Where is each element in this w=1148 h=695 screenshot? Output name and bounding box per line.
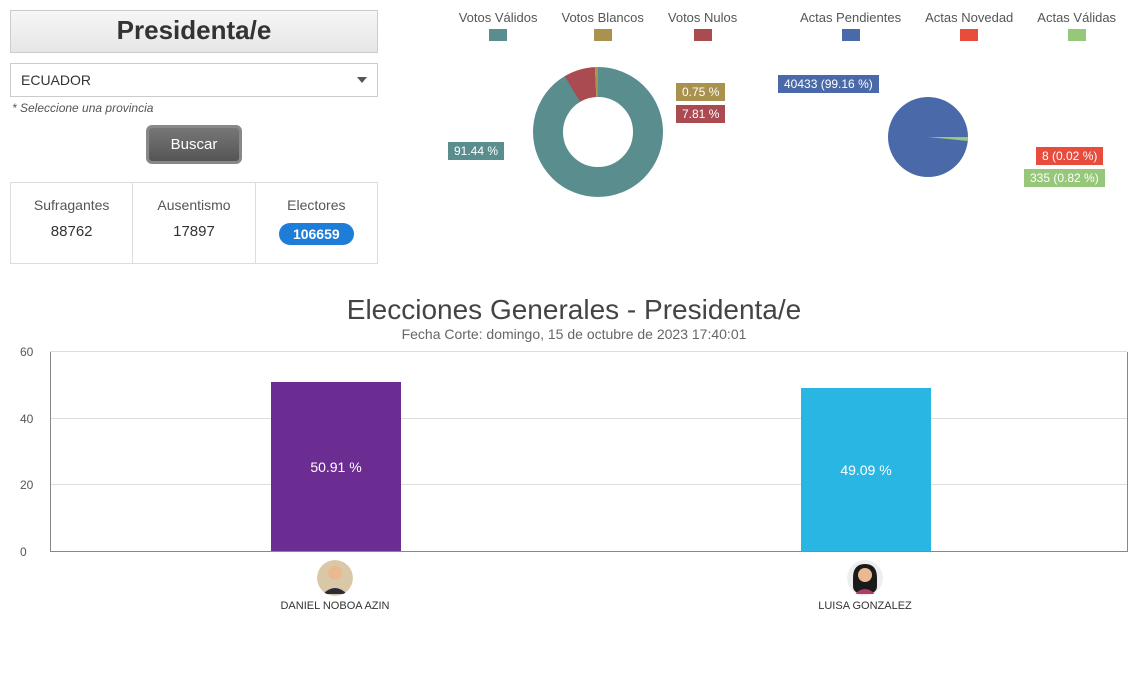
legend-label: Votos Válidos [459, 10, 538, 25]
swatch-icon [842, 29, 860, 41]
legend-label: Actas Válidas [1037, 10, 1116, 25]
main-chart-title: Elecciones Generales - Presidenta/e [10, 294, 1138, 326]
votes-blancos-callout: 0.75 % [676, 83, 725, 101]
actas-legend: Actas Pendientes Actas Novedad Actas Vál… [778, 10, 1138, 41]
province-selected-value: ECUADOR [21, 72, 91, 88]
avatar-icon [317, 560, 353, 596]
search-button[interactable]: Buscar [146, 125, 243, 164]
stat-label: Ausentismo [137, 197, 250, 213]
y-tick: 20 [20, 478, 33, 492]
actas-validas-callout: 335 (0.82 %) [1024, 169, 1105, 187]
results-bar-chart: Elecciones Generales - Presidenta/e Fech… [0, 264, 1148, 640]
votes-validos-callout: 91.44 % [448, 142, 504, 160]
y-tick: 40 [20, 412, 33, 426]
stat-value: 17897 [137, 223, 250, 240]
votes-legend: Votos Válidos Votos Blancos Votos Nulos [418, 10, 778, 41]
swatch-icon [489, 29, 507, 41]
bar-label: 50.91 % [310, 459, 361, 475]
filter-panel: Presidenta/e ECUADOR * Seleccione una pr… [10, 10, 378, 264]
votes-donut-chart: Votos Válidos Votos Blancos Votos Nulos … [418, 10, 778, 264]
stat-sufragantes: Sufragantes 88762 [11, 183, 133, 263]
votes-nulos-callout: 7.81 % [676, 105, 725, 123]
legend-label: Votos Blancos [562, 10, 644, 25]
chevron-down-icon [357, 77, 367, 83]
stat-electores: Electores 106659 [256, 183, 377, 263]
bar-noboa: 50.91 % [271, 382, 401, 551]
stat-label: Electores [260, 197, 373, 213]
actas-novedad-callout: 8 (0.02 %) [1036, 147, 1103, 165]
swatch-icon [960, 29, 978, 41]
y-tick: 0 [20, 545, 27, 559]
bar-label: 49.09 % [840, 462, 891, 478]
stats-table: Sufragantes 88762 Ausentismo 17897 Elect… [10, 182, 378, 264]
plot-area: 50.91 % 49.09 % [50, 352, 1127, 552]
swatch-icon [694, 29, 712, 41]
main-chart-subtitle: Fecha Corte: domingo, 15 de octubre de 2… [10, 326, 1138, 342]
swatch-icon [594, 29, 612, 41]
bar-gonzalez: 49.09 % [801, 388, 931, 551]
electores-badge: 106659 [279, 223, 354, 245]
stat-ausentismo: Ausentismo 17897 [133, 183, 255, 263]
swatch-icon [1068, 29, 1086, 41]
candidate-gonzalez: LUISA GONZALEZ [800, 560, 930, 612]
actas-pie-chart: Actas Pendientes Actas Novedad Actas Vál… [778, 10, 1138, 264]
actas-pie-svg [778, 47, 1138, 217]
legend-label: Votos Nulos [668, 10, 737, 25]
stat-label: Sufragantes [15, 197, 128, 213]
avatar-icon [847, 560, 883, 596]
page-title: Presidenta/e [10, 10, 378, 53]
province-helper-text: * Seleccione una provincia [12, 101, 376, 115]
candidate-name: LUISA GONZALEZ [800, 600, 930, 612]
stat-value: 88762 [15, 223, 128, 240]
candidate-name: DANIEL NOBOA AZIN [270, 600, 400, 612]
legend-label: Actas Pendientes [800, 10, 901, 25]
actas-pendientes-callout: 40433 (99.16 %) [778, 75, 879, 93]
candidate-noboa: DANIEL NOBOA AZIN [270, 560, 400, 612]
legend-label: Actas Novedad [925, 10, 1013, 25]
y-tick: 60 [20, 345, 33, 359]
province-select[interactable]: ECUADOR [10, 63, 378, 97]
